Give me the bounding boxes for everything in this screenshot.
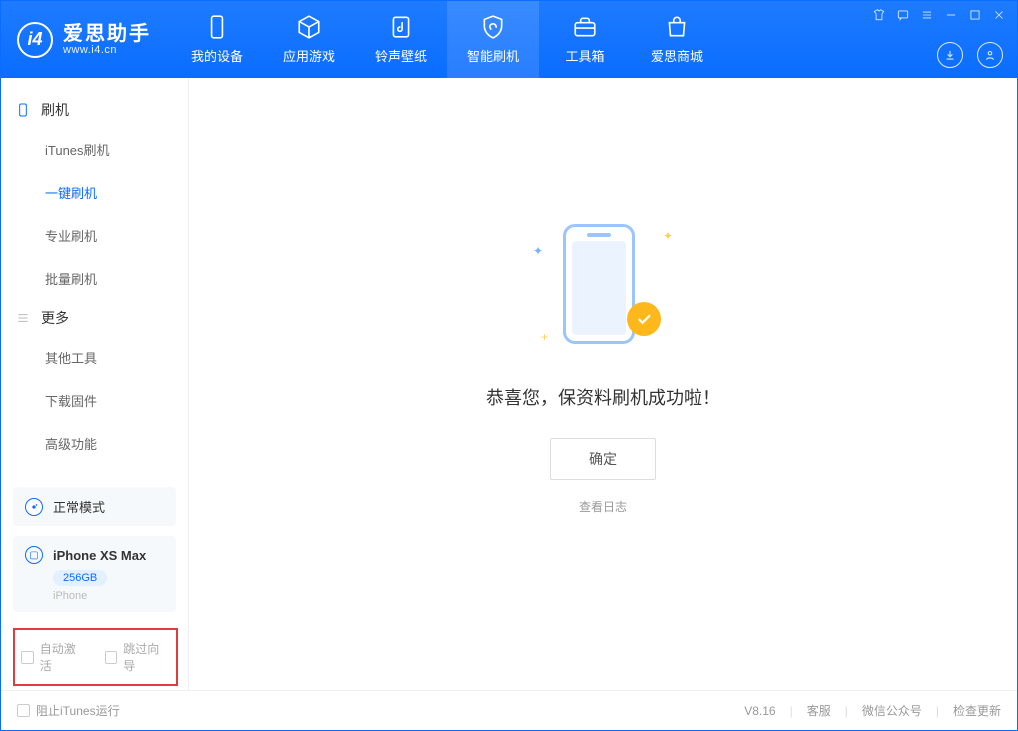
logo-icon: i4 (17, 22, 53, 58)
checkbox-label: 自动激活 (40, 640, 87, 674)
device-mode-label: 正常模式 (53, 497, 105, 516)
device-phone-icon: ▢ (25, 546, 43, 564)
sidebar-item-download-firmware[interactable]: 下载固件 (45, 379, 188, 422)
list-icon (15, 310, 31, 326)
status-bar: 阻止iTunes运行 V8.16 | 客服 | 微信公众号 | 检查更新 (1, 690, 1017, 730)
sparkle-icon: ✦ (663, 229, 673, 243)
version-label: V8.16 (744, 704, 775, 718)
nav-label: 工具箱 (565, 46, 604, 65)
sparkle-icon: + (541, 330, 548, 344)
nav-toolbox[interactable]: 工具箱 (539, 1, 631, 78)
nav-label: 智能刷机 (467, 46, 519, 65)
device-storage-badge: 256GB (53, 570, 107, 586)
device-icon (204, 14, 230, 40)
main-content: ✦ ✦ + 恭喜您，保资料刷机成功啦！ 确定 查看日志 (189, 78, 1017, 690)
checkbox-label: 阻止iTunes运行 (36, 702, 120, 719)
phone-outline-icon (15, 102, 31, 118)
sidebar-group-flash[interactable]: 刷机 (1, 92, 188, 128)
download-icon[interactable] (937, 42, 963, 68)
check-update-link[interactable]: 检查更新 (953, 702, 1001, 719)
nav-store[interactable]: 爱思商城 (631, 1, 723, 78)
sidebar-group-more[interactable]: 更多 (1, 300, 188, 336)
sparkle-icon: ✦ (533, 244, 543, 258)
success-illustration: ✦ ✦ + (533, 214, 673, 354)
nav-label: 应用游戏 (283, 46, 335, 65)
window-controls (867, 5, 1011, 25)
sidebar-item-pro-flash[interactable]: 专业刷机 (45, 214, 188, 257)
device-type: iPhone (53, 590, 164, 602)
bag-icon (664, 14, 690, 40)
nav-flash[interactable]: 智能刷机 (447, 1, 539, 78)
sidebar-group-title: 刷机 (41, 100, 69, 120)
toolbox-icon (572, 14, 598, 40)
maximize-icon[interactable] (963, 5, 987, 25)
success-title: 恭喜您，保资料刷机成功啦！ (486, 384, 720, 410)
header-right-actions (937, 42, 1003, 68)
checkbox-skip-guide[interactable]: 跳过向导 (105, 640, 171, 674)
top-nav: 我的设备 应用游戏 铃声壁纸 智能刷机 工具箱 爱思商城 (171, 1, 723, 78)
checkbox-icon (17, 704, 30, 717)
device-card[interactable]: ▢ iPhone XS Max 256GB iPhone (13, 536, 176, 612)
highlighted-options: 自动激活 跳过向导 (13, 628, 178, 686)
device-mode-box[interactable]: 正常模式 (13, 487, 176, 526)
menu-icon[interactable] (915, 5, 939, 25)
sidebar: 刷机 iTunes刷机 一键刷机 专业刷机 批量刷机 更多 其他工具 下载固件 … (1, 78, 189, 690)
app-subtitle: www.i4.cn (63, 44, 151, 56)
shield-refresh-icon (480, 14, 506, 40)
cube-icon (296, 14, 322, 40)
nav-label: 铃声壁纸 (375, 46, 427, 65)
sidebar-group-title: 更多 (41, 308, 69, 328)
close-icon[interactable] (987, 5, 1011, 25)
sidebar-item-itunes-flash[interactable]: iTunes刷机 (45, 128, 188, 171)
checkbox-block-itunes[interactable]: 阻止iTunes运行 (17, 702, 120, 719)
view-log-link[interactable]: 查看日志 (579, 498, 627, 515)
app-header: i4 爱思助手 www.i4.cn 我的设备 应用游戏 铃声壁纸 智能刷机 工具… (1, 1, 1017, 78)
phone-graphic (563, 224, 635, 344)
nav-my-device[interactable]: 我的设备 (171, 1, 263, 78)
checkbox-label: 跳过向导 (123, 640, 170, 674)
checkbox-auto-activate[interactable]: 自动激活 (21, 640, 87, 674)
support-link[interactable]: 客服 (807, 702, 831, 719)
sidebar-item-advanced[interactable]: 高级功能 (45, 422, 188, 465)
ok-button[interactable]: 确定 (550, 438, 656, 480)
skin-icon[interactable] (867, 5, 891, 25)
nav-apps[interactable]: 应用游戏 (263, 1, 355, 78)
feedback-icon[interactable] (891, 5, 915, 25)
app-title: 爱思助手 (63, 24, 151, 44)
check-badge-icon (627, 302, 661, 336)
minimize-icon[interactable] (939, 5, 963, 25)
app-logo: i4 爱思助手 www.i4.cn (1, 1, 171, 78)
mode-normal-icon (25, 498, 43, 516)
user-icon[interactable] (977, 42, 1003, 68)
nav-label: 爱思商城 (651, 46, 703, 65)
checkbox-icon (105, 651, 118, 664)
sidebar-item-oneclick-flash[interactable]: 一键刷机 (45, 171, 188, 214)
nav-label: 我的设备 (191, 46, 243, 65)
sidebar-item-batch-flash[interactable]: 批量刷机 (45, 257, 188, 300)
sidebar-item-other-tools[interactable]: 其他工具 (45, 336, 188, 379)
app-body: 刷机 iTunes刷机 一键刷机 专业刷机 批量刷机 更多 其他工具 下载固件 … (1, 78, 1017, 690)
nav-ringtone[interactable]: 铃声壁纸 (355, 1, 447, 78)
music-file-icon (388, 14, 414, 40)
device-name: iPhone XS Max (53, 548, 146, 563)
checkbox-icon (21, 651, 34, 664)
wechat-link[interactable]: 微信公众号 (862, 702, 922, 719)
